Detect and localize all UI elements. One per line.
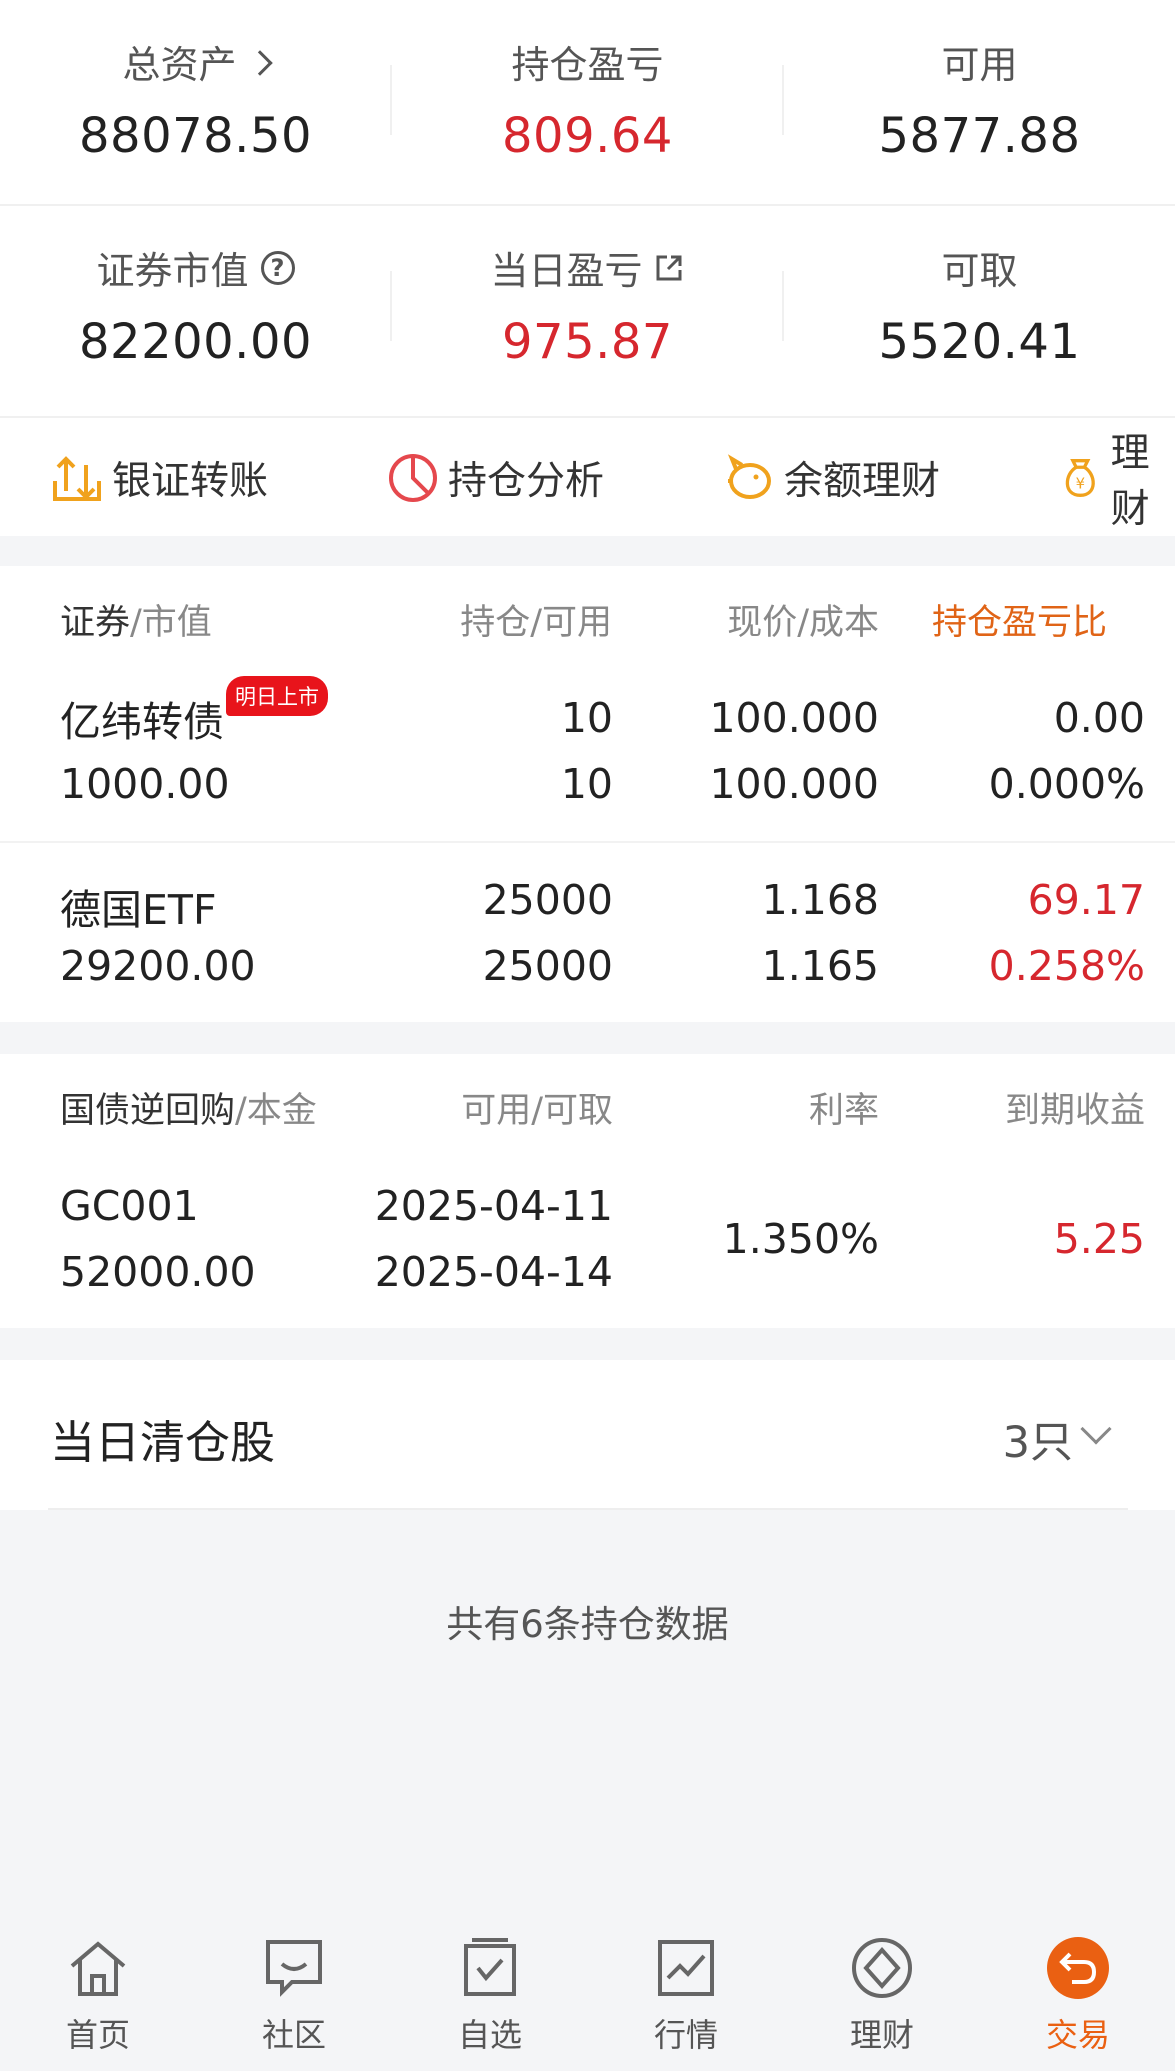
total-assets-value: 88078.50 [78,108,313,164]
market-value-label: 证券市值 [96,249,249,293]
trade-return-icon [1047,1937,1109,1999]
nav-trade[interactable]: 交易 [980,1910,1175,2071]
money-bag-icon: ¥ [1065,459,1095,497]
nav-label: 交易 [1045,2016,1110,2054]
repo-code: GC001 [60,1182,199,1230]
header-dates: 可用/可取 [461,1090,613,1131]
header-rate: 利率 [808,1090,879,1131]
help-icon[interactable]: ? [260,250,295,285]
finance-button[interactable]: ¥ 理财 [1058,418,1175,538]
balance-finance-button[interactable]: 余额理财 [722,418,940,538]
cost-price: 1.165 [761,942,879,990]
nav-watchlist[interactable]: 自选 [392,1910,588,2071]
daily-pl-value: 975.87 [502,314,673,370]
nav-market[interactable]: 行情 [588,1910,784,2071]
pl-amount: 0.00 [1053,694,1145,742]
pie-chart-icon [389,454,437,502]
header-position: 持仓/可用 [460,602,612,643]
withdrawable-cell: 可取 5520.41 [784,206,1175,411]
position-analysis-button[interactable]: 持仓分析 [386,418,604,538]
cleared-stocks-row[interactable]: 当日清仓股 3只 [0,1360,1175,1510]
reverse-repo-table: 国债逆回购/本金 可用/可取 利率 到期收益 GC001 52000.00 20… [0,1054,1175,1328]
available-qty: 10 [560,760,613,808]
repo-principal: 52000.00 [60,1248,256,1296]
bottom-nav: 首页 社区 自选 行情 理财 交易 [0,1910,1175,2071]
external-link-icon[interactable] [653,252,685,284]
daily-pl-label: 当日盈亏 [490,249,643,293]
summary-row-2: 证券市值? 82200.00 当日盈亏 975.87 可取 5520.41 [0,206,1175,411]
current-price: 1.168 [761,876,879,924]
bank-transfer-button[interactable]: 银证转账 [50,418,268,538]
total-holdings-note: 共有6条持仓数据 [446,1603,729,1646]
transfer-icon [53,456,101,501]
market-value-value: 82200.00 [78,314,313,370]
position-pl-value: 809.64 [502,108,673,164]
position-pl-cell: 持仓盈亏 809.64 [392,0,783,205]
position-pl-label: 持仓盈亏 [511,43,664,87]
cleared-stocks-title: 当日清仓股 [50,1416,276,1469]
quick-action-label: 余额理财 [784,459,941,504]
repo-rate: 1.350% [722,1215,879,1263]
quick-action-label: 持仓分析 [448,459,605,504]
available-value: 5877.88 [878,108,1081,164]
asset-summary-panel: 总资产 88078.50 持仓盈亏 809.64 可用 5877.88 证券市值… [0,0,1175,416]
repo-yield: 5.25 [1053,1215,1145,1263]
available-qty: 25000 [482,942,613,990]
piggy-bank-icon [727,454,771,499]
available-cell: 可用 5877.88 [784,0,1175,205]
home-icon [70,1941,126,1996]
header-repo-name: 国债逆回购/本金 [60,1090,317,1131]
header-yield: 到期收益 [1004,1090,1145,1131]
header-security: 证券/市值 [60,602,212,643]
diamond-icon [852,1938,912,1998]
nav-label: 首页 [65,2016,130,2054]
security-value: 1000.00 [60,760,230,808]
cost-price: 100.000 [709,760,879,808]
pl-amount: 69.17 [1027,876,1145,924]
pl-percent: 0.258% [988,942,1145,990]
chat-icon [266,1940,322,1997]
daily-pl-cell: 当日盈亏 975.87 [392,206,783,411]
nav-label: 行情 [653,2016,718,2054]
pl-percent: 0.000% [988,760,1145,808]
nav-label: 自选 [457,2016,522,2054]
cleared-stocks-count: 3只 [1002,1418,1073,1468]
chevron-right-icon [246,49,273,76]
quick-actions-bar: 银证转账 持仓分析 余额理财 ¥ 理财 [0,416,1175,536]
watchlist-icon [464,1938,516,1996]
withdrawable-value: 5520.41 [878,314,1081,370]
nav-home[interactable]: 首页 [0,1910,196,2071]
nav-label: 理财 [849,2016,914,2054]
available-label: 可用 [941,43,1018,87]
quick-action-label: 理财 [1110,431,1150,532]
nav-finance[interactable]: 理财 [784,1910,980,2071]
summary-row-1: 总资产 88078.50 持仓盈亏 809.64 可用 5877.88 [0,0,1175,205]
available-date: 2025-04-11 [374,1182,613,1230]
security-name: 亿纬转债 [60,698,224,746]
security-name-cell: 亿纬转债明日上市 [60,676,328,748]
withdrawable-label: 可取 [941,249,1018,293]
total-assets-cell[interactable]: 总资产 88078.50 [0,0,391,205]
security-name: 德国ETF [60,886,217,934]
chevron-down-icon [1080,1413,1112,1445]
position-qty: 10 [560,694,613,742]
withdraw-date: 2025-04-14 [374,1248,613,1296]
market-value-cell: 证券市值? 82200.00 [0,206,391,411]
header-price: 现价/成本 [727,602,879,643]
security-value: 29200.00 [60,942,256,990]
market-chart-icon [658,1940,714,1996]
total-assets-label: 总资产 [122,43,237,87]
current-price: 100.000 [709,694,879,742]
position-qty: 25000 [482,876,613,924]
nav-label: 社区 [261,2016,326,2054]
header-pl-ratio-sort[interactable]: 持仓盈亏比 [932,566,1175,672]
divider [0,841,1175,843]
nav-community[interactable]: 社区 [196,1910,392,2071]
holdings-table: 证券/市值 持仓/可用 现价/成本 持仓盈亏比 亿纬转债明日上市 1000.00… [0,566,1175,1022]
divider [48,1508,1128,1510]
svg-text:¥: ¥ [1076,475,1085,493]
quick-action-label: 银证转账 [112,459,269,504]
